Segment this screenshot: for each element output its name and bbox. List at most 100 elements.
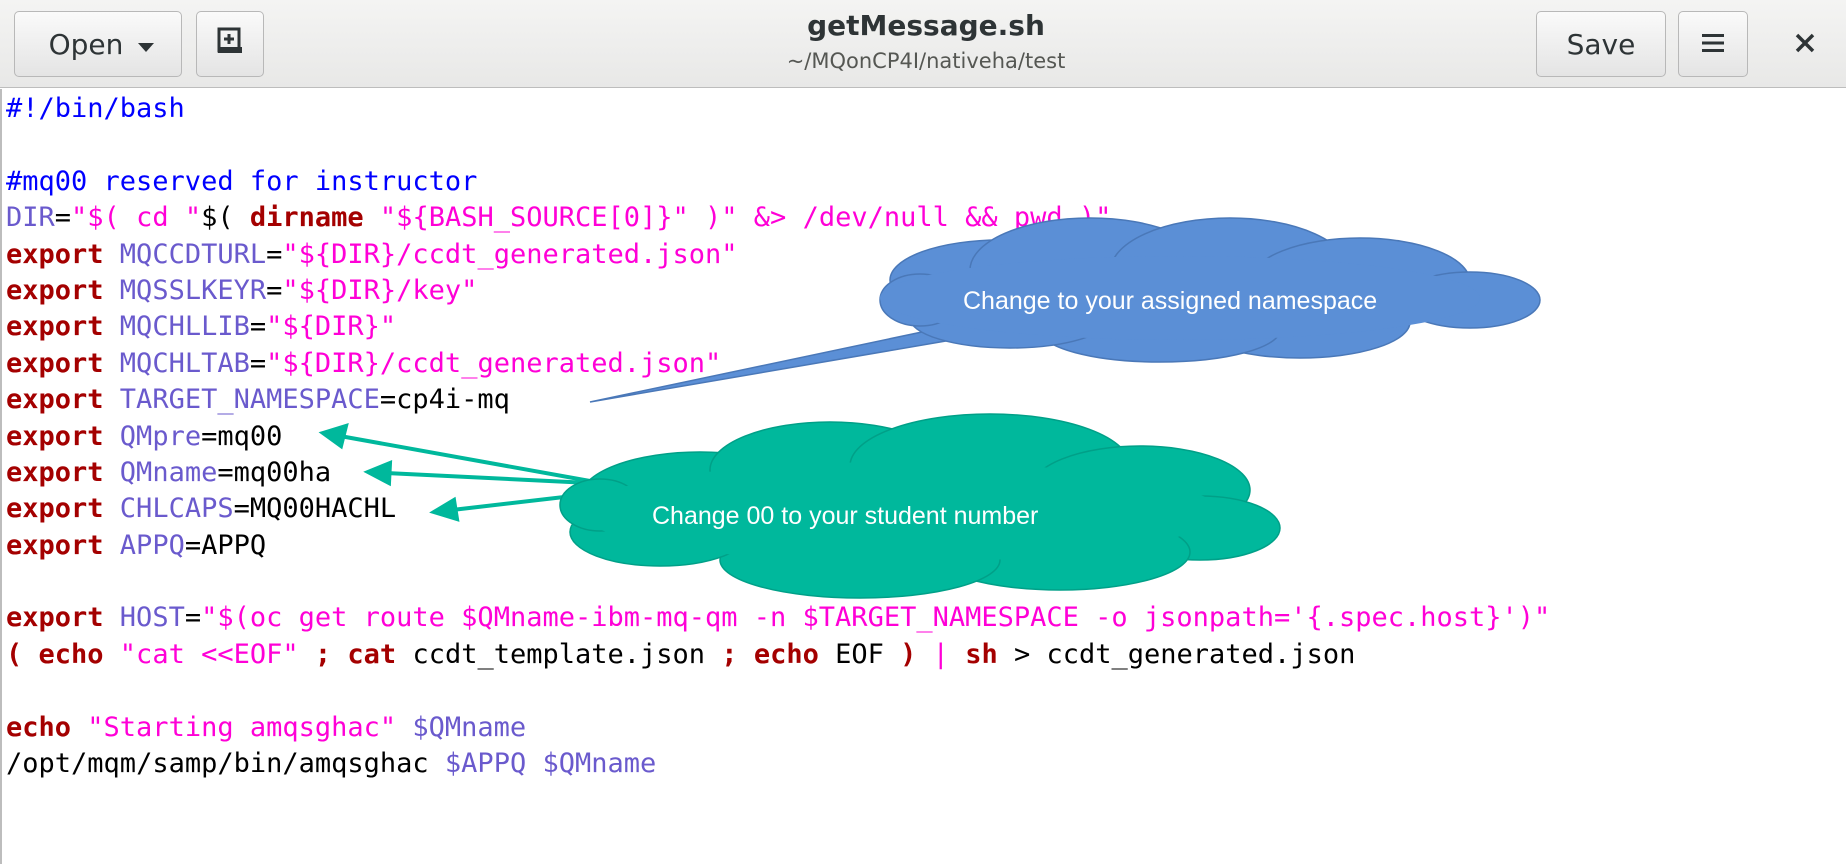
code-text[interactable]: #!/bin/bash #mq00 reserved for instructo…: [6, 91, 1550, 782]
code-line[interactable]: [6, 564, 1550, 600]
code-line[interactable]: export TARGET_NAMESPACE=cp4i-mq: [6, 382, 1550, 418]
new-document-button[interactable]: [196, 11, 264, 77]
code-token: #!/bin/bash: [6, 93, 185, 124]
code-token: MQCHLLIB: [103, 311, 250, 343]
text-editor-area[interactable]: #!/bin/bash #mq00 reserved for instructo…: [0, 89, 1846, 864]
code-token: MQCHLTAB: [103, 347, 250, 379]
code-token: echo: [753, 638, 819, 670]
code-token: APPQ: [103, 529, 185, 561]
code-line[interactable]: export APPQ=APPQ: [6, 528, 1550, 564]
code-line[interactable]: echo "Starting amqsghac" $QMname: [6, 710, 1550, 746]
code-token: MQSSLKEYR: [103, 274, 267, 306]
code-token: mqm: [87, 748, 137, 780]
header-bar: Open getMessage.sh ~/MQonCP4I/nativeha/t…: [0, 0, 1846, 88]
code-token: ;: [721, 638, 738, 670]
code-line[interactable]: [6, 127, 1550, 163]
code-token: "$( cd ": [71, 202, 202, 234]
code-token: export: [6, 602, 104, 634]
code-token: CHLCAPS: [103, 493, 234, 525]
code-token: echo: [38, 638, 104, 670]
menu-button[interactable]: [1678, 11, 1748, 77]
chevron-down-icon: [137, 28, 155, 61]
code-line[interactable]: /opt/mqm/samp/bin/amqsghac $APPQ $QMname: [6, 746, 1550, 782]
code-token: $(: [201, 202, 250, 234]
code-token: MQCCDTURL: [103, 238, 267, 270]
code-token: "Starting amqsghac": [71, 711, 397, 743]
code-token: export: [6, 529, 104, 561]
code-line[interactable]: export MQCCDTURL="${DIR}/ccdt_generated.…: [6, 237, 1550, 273]
code-token: $QMname: [396, 711, 527, 743]
code-token: EOF: [818, 638, 901, 670]
code-token: =mq00: [201, 420, 283, 452]
code-token: =MQ00HACHL: [233, 493, 397, 525]
code-token: =: [266, 274, 283, 306]
code-line[interactable]: #mq00 reserved for instructor: [6, 164, 1550, 200]
code-token: "${BASH_SOURCE[0]}" )" &> /dev/null && p…: [363, 202, 1112, 234]
code-token: =: [249, 311, 267, 343]
open-button-label: Open: [48, 27, 124, 61]
code-token: /samp/bin/amqsghac: [136, 748, 445, 780]
code-token: $APPQ $QMname: [444, 748, 657, 780]
code-token: cat: [347, 638, 397, 670]
student-callout-text: Change 00 to your student number: [652, 502, 1039, 530]
code-line[interactable]: export HOST="$(oc get route $QMname-ibm-…: [6, 600, 1550, 636]
code-token: #mq00 reserved for instructor: [6, 165, 478, 197]
save-button[interactable]: Save: [1536, 11, 1666, 77]
window-subtitle: ~/MQonCP4I/nativeha/test: [786, 49, 1066, 73]
code-line[interactable]: #!/bin/bash: [6, 91, 1550, 127]
code-token: export: [6, 274, 104, 306]
code-token: "cat <<EOF": [103, 638, 299, 670]
code-token: =APPQ: [184, 529, 267, 561]
close-icon: [1794, 27, 1816, 62]
code-token: "${DIR}": [266, 311, 397, 343]
code-token: QMpre: [103, 420, 202, 452]
editor-left-border: [0, 89, 2, 864]
code-token: ;: [298, 638, 348, 670]
code-token: =: [54, 202, 72, 234]
code-token: QMname: [103, 456, 218, 488]
code-line[interactable]: DIR="$( cd "$( dirname "${BASH_SOURCE[0]…: [6, 200, 1550, 236]
code-token: |: [932, 638, 949, 670]
close-button[interactable]: [1772, 11, 1838, 77]
code-line[interactable]: export MQCHLTAB="${DIR}/ccdt_generated.j…: [6, 346, 1550, 382]
code-token: "${DIR}/ccdt_generated.json": [282, 238, 738, 270]
code-token: (: [6, 638, 39, 670]
code-token: export: [6, 347, 104, 379]
namespace-callout-text: Change to your assigned namespace: [963, 287, 1378, 315]
code-token: "${DIR}/key": [282, 274, 478, 306]
code-token: =cp4i-mq: [379, 384, 510, 416]
code-token: ): [900, 638, 917, 670]
code-line[interactable]: [6, 673, 1550, 709]
new-document-icon: [215, 26, 245, 63]
code-token: "${DIR}/ccdt_generated.json": [266, 347, 722, 379]
code-line[interactable]: ( echo "cat <<EOF" ; cat ccdt_template.j…: [6, 637, 1550, 673]
open-button[interactable]: Open: [14, 11, 182, 77]
code-token: HOST: [103, 602, 185, 634]
code-line[interactable]: export QMpre=mq00: [6, 419, 1550, 455]
code-token: dirname: [249, 202, 364, 234]
code-token: =: [184, 602, 202, 634]
code-token: export: [6, 238, 104, 270]
code-token: =mq00ha: [217, 456, 332, 488]
code-token: =: [249, 347, 267, 379]
code-token: export: [6, 420, 104, 452]
code-token: export: [6, 456, 104, 488]
code-token: > ccdt_generated.json: [997, 638, 1356, 670]
code-token: /opt/: [6, 748, 88, 780]
code-token: DIR: [6, 202, 55, 234]
code-token: ccdt_template.json: [396, 638, 722, 670]
hamburger-menu-icon: [1701, 28, 1725, 61]
code-token: "$(oc get route $QMname-ibm-mq-qm -n $TA…: [201, 602, 1551, 634]
code-token: =: [266, 238, 283, 270]
code-token: export: [6, 493, 104, 525]
code-token: TARGET_NAMESPACE: [103, 384, 380, 416]
code-token: export: [6, 311, 104, 343]
window-title: getMessage.sh: [807, 9, 1045, 42]
code-token: sh: [965, 638, 998, 670]
window-title-block: getMessage.sh ~/MQonCP4I/nativeha/test: [600, 8, 1252, 76]
code-line[interactable]: export QMname=mq00ha: [6, 455, 1550, 491]
code-token: echo: [6, 711, 72, 743]
